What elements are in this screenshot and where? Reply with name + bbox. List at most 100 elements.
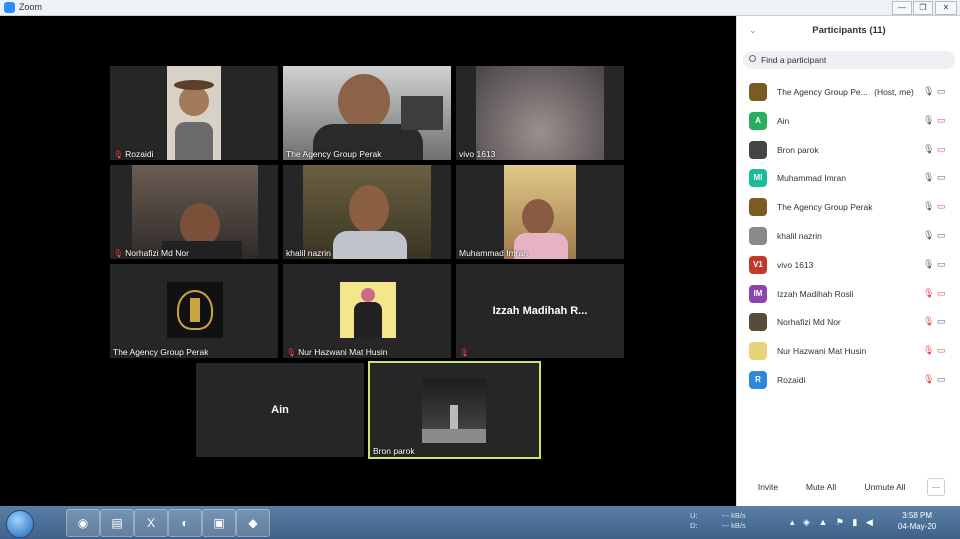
camera-off-icon[interactable]: ▭ xyxy=(937,115,946,126)
participants-panel: ⌄ Participants (11) Find a participant T… xyxy=(736,16,960,506)
avatar: MI xyxy=(749,169,767,188)
participant-name: Bron parok xyxy=(777,144,819,155)
clock[interactable]: 3:58 PM 04-May-20 xyxy=(898,510,936,532)
participant-name: The Agency Group Perak xyxy=(777,202,873,213)
mute-all-button[interactable]: Mute All xyxy=(801,478,841,496)
camera-off-icon[interactable]: ▭ xyxy=(937,288,946,299)
camera-off-icon[interactable]: ▭ xyxy=(937,144,946,155)
video-tile-imran[interactable]: Muhammad Imran xyxy=(456,165,624,259)
search-placeholder: Find a participant xyxy=(761,55,827,65)
participant-name: khalil nazrin xyxy=(777,230,822,241)
avatar xyxy=(749,198,767,217)
camera-icon[interactable]: ▭ xyxy=(937,259,946,270)
participant-name: vivo 1613 xyxy=(777,259,814,270)
avatar xyxy=(749,83,767,101)
firefox-icon[interactable]: ◐ xyxy=(168,509,202,537)
mic-muted-icon[interactable]: 🎙 xyxy=(923,345,934,356)
participant-row[interactable]: IM Izzah Madihah Rosli 🎙 ▭ xyxy=(737,280,960,309)
participant-row[interactable]: R Rozaidi 🎙 ▭ xyxy=(737,366,960,395)
mic-icon[interactable]: 🎙 xyxy=(923,115,934,126)
video-tile-bron-parok[interactable]: Bron parok xyxy=(368,361,541,459)
participant-row[interactable]: MI Muhammad Imran 🎙 ▭ xyxy=(737,164,960,193)
mic-icon[interactable]: 🎙 xyxy=(923,144,934,155)
avatar xyxy=(749,226,767,245)
tile-name: The Agency Group Perak xyxy=(286,149,382,159)
participant-name-display: Ain xyxy=(271,404,289,417)
windows-taskbar: ◉ ▤ X ◐ ▣ ◆ U: --- kB/s D: --- kB/s ▴ ◈ ▲ ⚑ ▮… xyxy=(0,506,960,539)
participant-list: The Agency Group Pe... (Host, me) 🎙 ▭ A Ain 🎙… xyxy=(737,78,960,395)
minimize-button[interactable]: — xyxy=(892,1,912,15)
tile-name: 🎙 Rozaidi xyxy=(113,149,154,159)
video-tile-rozaidi[interactable]: 🎙 Rozaidi xyxy=(110,66,278,160)
camera-off-icon[interactable]: ▭ xyxy=(937,345,946,356)
agency-logo xyxy=(167,282,223,338)
avatar xyxy=(749,313,767,332)
participant-name: Norhafizi Md Nor xyxy=(777,317,841,328)
profile-photo xyxy=(340,282,396,338)
mic-icon[interactable]: 🎙 xyxy=(923,86,934,97)
video-tile-norhafizi[interactable]: 🎙 Norhafizi Md Nor xyxy=(110,165,278,259)
more-options-button[interactable]: ... xyxy=(927,478,945,496)
camera-icon[interactable]: ▭ xyxy=(937,172,946,183)
video-tile-vivo[interactable]: vivo 1613 xyxy=(456,66,624,160)
app-icon[interactable]: ◆ xyxy=(236,509,270,537)
search-icon xyxy=(749,55,756,62)
folder-icon[interactable]: ▤ xyxy=(100,509,134,537)
system-tray[interactable]: ▴ ◈ ▲ ⚑ ▮ ◀ xyxy=(790,517,876,528)
excel-icon[interactable]: X xyxy=(134,509,168,537)
title-bar: Zoom — ❐ ✕ xyxy=(0,0,960,16)
chrome-icon[interactable]: ◉ xyxy=(66,509,100,537)
tile-name: Bron parok xyxy=(373,446,415,456)
video-tile-khalil[interactable]: khalil nazrin xyxy=(283,165,451,259)
mic-muted-icon[interactable]: 🎙 xyxy=(923,288,934,299)
participant-row[interactable]: The Agency Group Perak 🎙 ▭ xyxy=(737,193,960,222)
video-tile-agency-logo[interactable]: The Agency Group Perak xyxy=(110,264,278,358)
participant-row[interactable]: A Ain 🎙 ▭ xyxy=(737,107,960,136)
mic-icon[interactable]: 🎙 xyxy=(923,172,934,183)
video-tile-nur-hazwani[interactable]: 🎙 Nur Hazwani Mat Husin xyxy=(283,264,451,358)
participant-row[interactable]: V1 vivo 1613 🎙 ▭ xyxy=(737,251,960,280)
participant-name: Rozaidi xyxy=(777,374,806,385)
camera-icon[interactable]: ▭ xyxy=(937,374,946,385)
participant-search-input[interactable]: Find a participant xyxy=(743,51,955,69)
participant-row[interactable]: Bron parok 🎙 ▭ xyxy=(737,136,960,165)
tile-name: Muhammad Imran xyxy=(459,248,528,258)
participant-name: Izzah Madihah Rosli xyxy=(777,288,854,299)
zoom-icon[interactable]: ▣ xyxy=(202,509,236,537)
panel-footer: Invite Mute All Unmute All ... xyxy=(737,478,960,498)
avatar xyxy=(749,140,767,159)
camera-icon[interactable]: ▭ xyxy=(937,86,946,97)
video-feed xyxy=(132,165,258,259)
tile-name: 🎙 xyxy=(459,348,469,357)
video-feed xyxy=(167,66,221,160)
maximize-button[interactable]: ❐ xyxy=(913,1,933,15)
camera-off-icon[interactable]: ▭ xyxy=(937,201,946,212)
mic-icon[interactable]: 🎙 xyxy=(923,201,934,212)
mic-muted-icon[interactable]: 🎙 xyxy=(923,374,934,385)
mic-muted-icon: 🎙 xyxy=(113,248,124,258)
video-feed xyxy=(504,165,576,259)
mic-muted-icon: 🎙 xyxy=(286,347,297,357)
camera-icon[interactable]: ▭ xyxy=(937,316,946,327)
participant-name: The Agency Group Pe... (Host, me) xyxy=(777,87,914,97)
unmute-all-button[interactable]: Unmute All xyxy=(859,478,911,496)
mic-icon[interactable]: 🎙 xyxy=(923,230,934,241)
mic-muted-icon: 🎙 xyxy=(113,149,124,159)
invite-button[interactable]: Invite xyxy=(751,478,785,496)
mic-icon[interactable]: 🎙 xyxy=(923,259,934,270)
video-tile-izzah[interactable]: Izzah Madihah R... 🎙 xyxy=(456,264,624,358)
participant-row[interactable]: The Agency Group Pe... (Host, me) 🎙 ▭ xyxy=(737,78,960,107)
mic-muted-icon[interactable]: 🎙 xyxy=(923,316,934,327)
video-tile-ain[interactable]: Ain xyxy=(196,363,364,457)
profile-photo xyxy=(422,379,486,443)
participant-row[interactable]: khalil nazrin 🎙 ▭ xyxy=(737,222,960,251)
tile-name: vivo 1613 xyxy=(459,149,496,159)
video-tile-agency[interactable]: The Agency Group Perak xyxy=(283,66,451,160)
close-button[interactable]: ✕ xyxy=(935,1,957,15)
tile-name: 🎙 Norhafizi Md Nor xyxy=(113,248,189,258)
start-button[interactable] xyxy=(6,510,34,538)
camera-icon[interactable]: ▭ xyxy=(937,230,946,241)
participant-row[interactable]: Norhafizi Md Nor 🎙 ▭ xyxy=(737,308,960,337)
participant-name: Ain xyxy=(777,115,790,126)
participant-row[interactable]: Nur Hazwani Mat Husin 🎙 ▭ xyxy=(737,337,960,366)
